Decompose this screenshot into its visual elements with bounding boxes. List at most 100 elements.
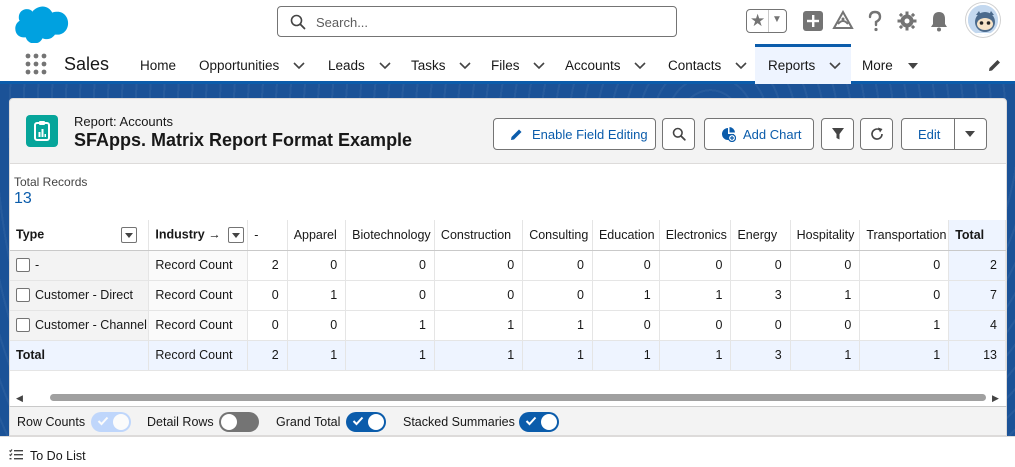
row-group-menu-button[interactable]	[120, 226, 137, 243]
value-cell: 3	[730, 280, 791, 311]
value-cell: 1	[790, 280, 861, 311]
notifications-bell-icon[interactable]	[928, 10, 950, 32]
row-checkbox[interactable]	[16, 288, 30, 303]
avatar-astro-icon	[968, 5, 998, 35]
edit-divider	[954, 119, 955, 149]
app-launcher-icon[interactable]	[25, 53, 47, 75]
scrollbar-thumb[interactable]	[50, 394, 986, 401]
value-cell: 0	[287, 250, 347, 281]
column-header: Construction	[434, 220, 524, 251]
help-icon[interactable]	[864, 10, 886, 32]
add-chart-button[interactable]: Add Chart	[704, 118, 814, 150]
value-cell: 0	[859, 250, 950, 281]
nav-tab-home[interactable]: Home	[140, 44, 176, 84]
setup-gear-icon[interactable]	[896, 10, 918, 32]
caret-down-icon[interactable]	[907, 62, 919, 70]
total-value-cell: 1	[659, 339, 732, 371]
nav-tab-tasks[interactable]: Tasks	[411, 44, 471, 84]
nav-tab-accounts[interactable]: Accounts	[565, 44, 646, 84]
filter-funnel-icon	[832, 128, 844, 140]
total-value-cell: 2	[247, 339, 288, 371]
value-cell: 0	[730, 250, 791, 281]
col-group-menu-button[interactable]	[228, 226, 245, 243]
scroll-right-icon[interactable]: ▶	[992, 393, 999, 404]
chevron-down-icon[interactable]	[378, 62, 391, 70]
value-cell: 0	[345, 280, 435, 311]
value-cell: 1	[592, 280, 660, 311]
favorites-star-icon[interactable]: ★	[750, 11, 765, 31]
value-cell: 2	[247, 250, 288, 281]
value-cell: 0	[522, 280, 593, 311]
report-title: SFApps. Matrix Report Format Example	[74, 130, 413, 150]
value-cell: 0	[434, 280, 524, 311]
value-cell: 0	[659, 250, 732, 281]
refresh-icon	[871, 127, 883, 140]
total-value-cell: 1	[592, 339, 660, 371]
column-header: Apparel	[287, 220, 347, 251]
nav-tab-files[interactable]: Files	[491, 44, 545, 84]
filter-button[interactable]	[821, 118, 854, 150]
app-name: Sales	[64, 54, 110, 74]
detail-rows-toggle[interactable]	[219, 412, 259, 432]
column-header: Education	[592, 220, 660, 251]
nav-tab-opportunities[interactable]: Opportunities	[199, 44, 305, 84]
enable-field-editing-button[interactable]: Enable Field Editing	[493, 118, 656, 150]
pencil-icon	[511, 129, 522, 140]
salesforce-logo[interactable]	[10, 3, 70, 43]
row-checkbox[interactable]	[16, 318, 30, 333]
value-cell: 0	[859, 280, 950, 311]
trailhead-icon[interactable]	[832, 10, 854, 32]
favorites-dropdown-icon[interactable]: ▼	[772, 14, 782, 25]
favorites-divider	[768, 10, 769, 32]
value-cell: 1	[522, 310, 593, 341]
value-cell: 1	[287, 280, 347, 311]
nav-tab-label: More	[862, 58, 893, 73]
global-search[interactable]: Search...	[277, 6, 677, 37]
chevron-down-icon[interactable]	[459, 62, 471, 70]
nav-tab-label: Tasks	[411, 58, 446, 73]
total-value-cell: 1	[522, 339, 593, 371]
user-avatar[interactable]	[966, 3, 1000, 37]
nav-tab-contacts[interactable]: Contacts	[668, 44, 747, 84]
row-group-label: Customer - Channel	[35, 317, 147, 332]
search-report-button[interactable]	[662, 118, 695, 150]
chevron-down-icon[interactable]	[293, 62, 305, 70]
global-header: Search... ★ ▼	[0, 0, 1015, 44]
edit-menu-caret-icon[interactable]	[964, 130, 976, 138]
nav-tab-more[interactable]: More	[862, 44, 919, 84]
stacked-summaries-toggle[interactable]	[519, 412, 559, 432]
value-cell: 0	[659, 310, 732, 341]
nav-tab-leads[interactable]: Leads	[328, 44, 391, 84]
nav-tab-reports[interactable]: Reports	[755, 44, 851, 84]
total-value-cell: 1	[790, 339, 861, 371]
horizontal-scrollbar[interactable]: ◀ ▶	[10, 390, 1006, 404]
row-group-header-label: Type	[16, 227, 45, 242]
grand-total-toggle[interactable]	[346, 412, 386, 432]
chevron-down-icon[interactable]	[533, 62, 545, 70]
check-icon	[97, 416, 109, 426]
table-row: Customer - Channel Record Count 0 0 1 1 …	[10, 310, 1006, 341]
chevron-down-icon[interactable]	[829, 62, 841, 70]
refresh-button[interactable]	[860, 118, 893, 150]
value-cell: 1	[345, 310, 435, 341]
scroll-left-icon[interactable]: ◀	[16, 393, 23, 404]
measure-label: Record Count	[148, 280, 249, 311]
toggle-knob	[113, 414, 129, 430]
total-value-cell: 1	[434, 339, 524, 371]
row-group-label: -	[35, 257, 40, 272]
edit-nav-pencil-icon[interactable]	[987, 58, 1002, 73]
chevron-down-icon[interactable]	[634, 62, 646, 70]
report-icon	[26, 115, 58, 147]
row-counts-toggle[interactable]	[91, 412, 131, 432]
measure-label: Record Count	[148, 310, 249, 341]
chevron-down-icon[interactable]	[735, 62, 747, 70]
value-cell: 0	[247, 310, 288, 341]
column-header: Consulting	[522, 220, 593, 251]
edit-button[interactable]: Edit	[918, 127, 940, 142]
favorites-button[interactable]: ★ ▼	[746, 9, 787, 33]
global-actions-icon[interactable]	[802, 10, 824, 32]
value-cell: 1	[659, 280, 732, 311]
toggle-knob	[221, 414, 237, 430]
value-cell: 0	[790, 310, 861, 341]
row-checkbox[interactable]	[16, 258, 30, 273]
